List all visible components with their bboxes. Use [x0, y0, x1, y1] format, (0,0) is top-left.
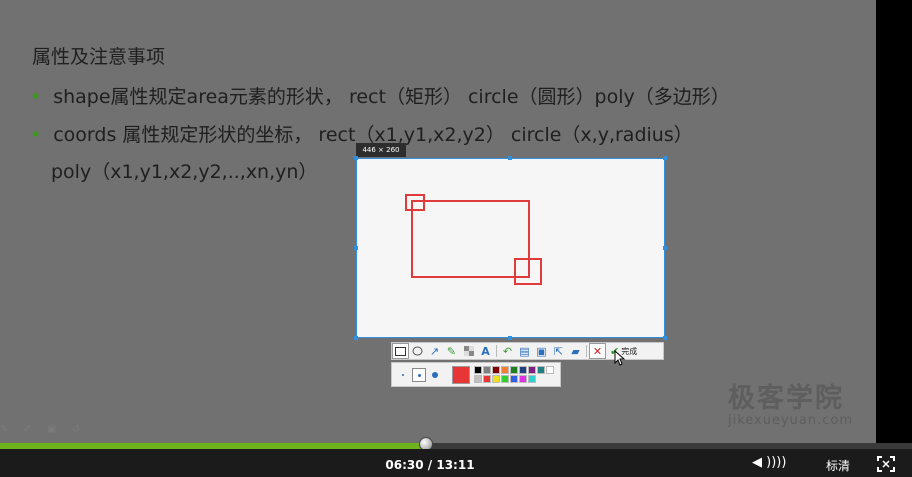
color-swatch[interactable]: [528, 375, 536, 383]
color-swatch[interactable]: [483, 375, 491, 383]
watermark-cn: 极客学院: [728, 383, 844, 414]
brush-size-medium[interactable]: [412, 368, 426, 382]
pin-icon[interactable]: ▰: [567, 343, 584, 359]
brush-size-small[interactable]: [396, 368, 410, 382]
color-swatch[interactable]: [483, 366, 491, 374]
annotation-rect-small-top: [405, 194, 425, 211]
share-icon[interactable]: ⇱: [550, 343, 567, 359]
cancel-icon[interactable]: ✕: [589, 343, 606, 359]
mouse-cursor-icon: [614, 350, 626, 366]
color-swatch[interactable]: [528, 366, 536, 374]
bullet-coords-continuation: poly（x1,y1,x2,y2,..,xn,yn）: [51, 161, 318, 183]
resize-handle[interactable]: [663, 336, 667, 340]
resize-handle[interactable]: [354, 156, 358, 160]
capture-selection[interactable]: [356, 158, 665, 338]
resize-handle[interactable]: [508, 156, 512, 160]
annotation-rect-large: [411, 200, 530, 278]
current-color-swatch: [452, 366, 470, 384]
mosaic-icon[interactable]: [460, 343, 477, 359]
color-swatch[interactable]: [519, 375, 527, 383]
annotation-canvas[interactable]: [357, 159, 666, 339]
resize-handle[interactable]: [663, 246, 667, 250]
toolbar-divider: [496, 345, 497, 357]
color-swatch[interactable]: [537, 366, 545, 374]
color-swatch[interactable]: [492, 375, 500, 383]
text-icon[interactable]: A: [477, 343, 494, 359]
color-swatch[interactable]: [501, 375, 509, 383]
bullet-mark: •: [30, 124, 42, 146]
brush-size-large[interactable]: [428, 368, 442, 382]
pen-icon[interactable]: ✎: [443, 343, 460, 359]
watermark: 极客学院 jikexueyuan.com: [728, 376, 853, 428]
color-swatch-grid: [474, 366, 554, 383]
ellipse-icon[interactable]: [409, 343, 426, 359]
color-swatch[interactable]: [474, 375, 482, 383]
resize-handle[interactable]: [354, 336, 358, 340]
color-swatch[interactable]: [474, 366, 482, 374]
resize-handle[interactable]: [354, 246, 358, 250]
color-swatch[interactable]: [510, 366, 518, 374]
color-swatch[interactable]: [510, 375, 518, 383]
arrow-icon[interactable]: ↗: [426, 343, 443, 359]
copy-icon[interactable]: ▣: [533, 343, 550, 359]
color-swatch[interactable]: [519, 366, 527, 374]
selection-size-label: 446 × 260: [356, 143, 406, 157]
resize-handle[interactable]: [663, 156, 667, 160]
bullet-mark: •: [30, 86, 42, 108]
rectangle-icon[interactable]: [392, 343, 409, 359]
faint-player-icons: ✎ ✐ ▣ ↺: [0, 424, 87, 435]
color-swatch[interactable]: [546, 366, 554, 374]
right-black-bar: [876, 0, 912, 443]
toolbar-divider: [586, 345, 587, 357]
fullscreen-icon[interactable]: [877, 456, 895, 472]
player-controls: 06:30 / 13:11 ◀ )))) 标清: [0, 449, 912, 477]
quality-button[interactable]: 标清: [826, 457, 850, 474]
color-swatch[interactable]: [492, 366, 500, 374]
save-icon[interactable]: ▤: [516, 343, 533, 359]
color-palette: [391, 362, 561, 387]
slide-title: 属性及注意事项: [32, 46, 166, 68]
watermark-en: jikexueyuan.com: [728, 413, 854, 428]
volume-icon[interactable]: ◀ )))): [752, 455, 786, 470]
undo-icon[interactable]: ↶: [499, 343, 516, 359]
color-swatch[interactable]: [501, 366, 509, 374]
resize-handle[interactable]: [508, 336, 512, 340]
bullet-shape: • shape属性规定area元素的形状， rect（矩形） circle（圆形）…: [30, 82, 730, 109]
bullet-text: shape属性规定area元素的形状， rect（矩形） circle（圆形）p…: [53, 86, 730, 108]
time-display: 06:30 / 13:11: [385, 458, 475, 472]
